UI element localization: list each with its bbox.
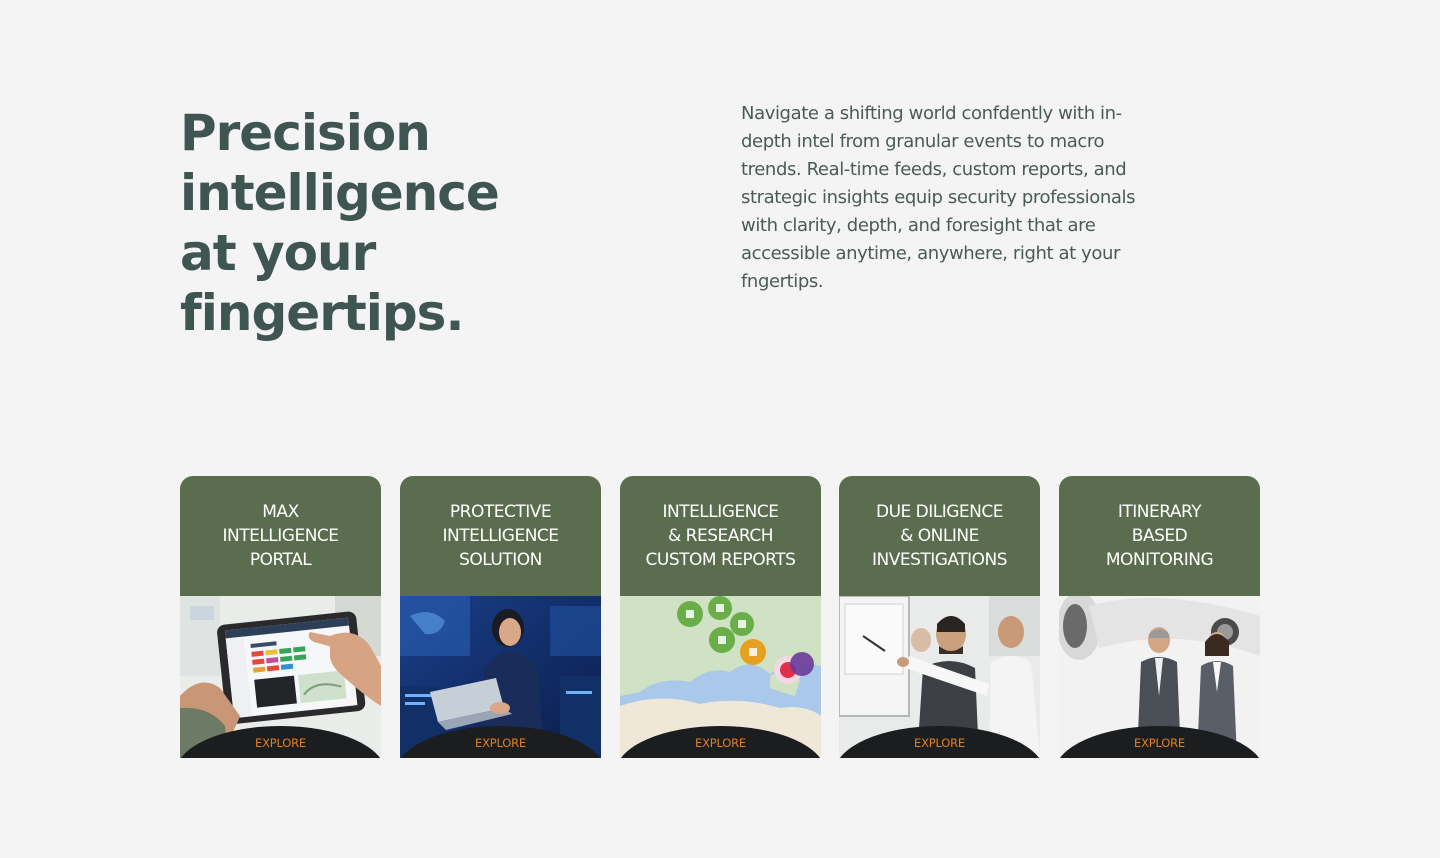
card-title: INTELLIGENCE & RESEARCH CUSTOM REPORTS — [645, 502, 796, 570]
card-header: ITINERARY BASED MONITORING — [1059, 476, 1260, 596]
card-header: INTELLIGENCE & RESEARCH CUSTOM REPORTS — [620, 476, 821, 596]
card-intelligence-research-custom-reports[interactable]: INTELLIGENCE & RESEARCH CUSTOM REPORTS E… — [620, 476, 821, 758]
explore-button[interactable]: EXPLORE — [839, 726, 1040, 758]
card-itinerary-based-monitoring[interactable]: ITINERARY BASED MONITORING EXPLORE — [1059, 476, 1260, 758]
card-title: MAX INTELLIGENCE PORTAL — [222, 502, 339, 570]
explore-label: EXPLORE — [695, 736, 746, 750]
hero-headline: Precision intelligence at your fingertip… — [180, 104, 500, 342]
card-header: PROTECTIVE INTELLIGENCE SOLUTION — [400, 476, 601, 596]
card-header: DUE DILIGENCE & ONLINE INVESTIGATIONS — [839, 476, 1040, 596]
explore-button[interactable]: EXPLORE — [180, 726, 381, 758]
explore-label: EXPLORE — [1134, 736, 1185, 750]
explore-button[interactable]: EXPLORE — [400, 726, 601, 758]
card-title: PROTECTIVE INTELLIGENCE SOLUTION — [442, 502, 559, 570]
card-due-diligence-online-investigations[interactable]: DUE DILIGENCE & ONLINE INVESTIGATIONS EX… — [839, 476, 1040, 758]
explore-label: EXPLORE — [475, 736, 526, 750]
card-title: ITINERARY BASED MONITORING — [1105, 502, 1214, 570]
explore-button[interactable]: EXPLORE — [1059, 726, 1260, 758]
card-title: DUE DILIGENCE & ONLINE INVESTIGATIONS — [871, 502, 1008, 570]
explore-label: EXPLORE — [914, 736, 965, 750]
card-protective-intelligence-solution[interactable]: PROTECTIVE INTELLIGENCE SOLUTION EXPLORE — [400, 476, 601, 758]
page: Precision intelligence at your fingertip… — [0, 0, 1440, 858]
card-max-intelligence-portal[interactable]: MAX INTELLIGENCE PORTAL EXPLORE — [180, 476, 381, 758]
explore-label: EXPLORE — [255, 736, 306, 750]
service-cards: MAX INTELLIGENCE PORTAL EXPLORE PROTECTI… — [180, 476, 1260, 758]
card-header: MAX INTELLIGENCE PORTAL — [180, 476, 381, 596]
explore-button[interactable]: EXPLORE — [620, 726, 821, 758]
hero-description: Navigate a shifting world confdently wit… — [741, 103, 1136, 292]
